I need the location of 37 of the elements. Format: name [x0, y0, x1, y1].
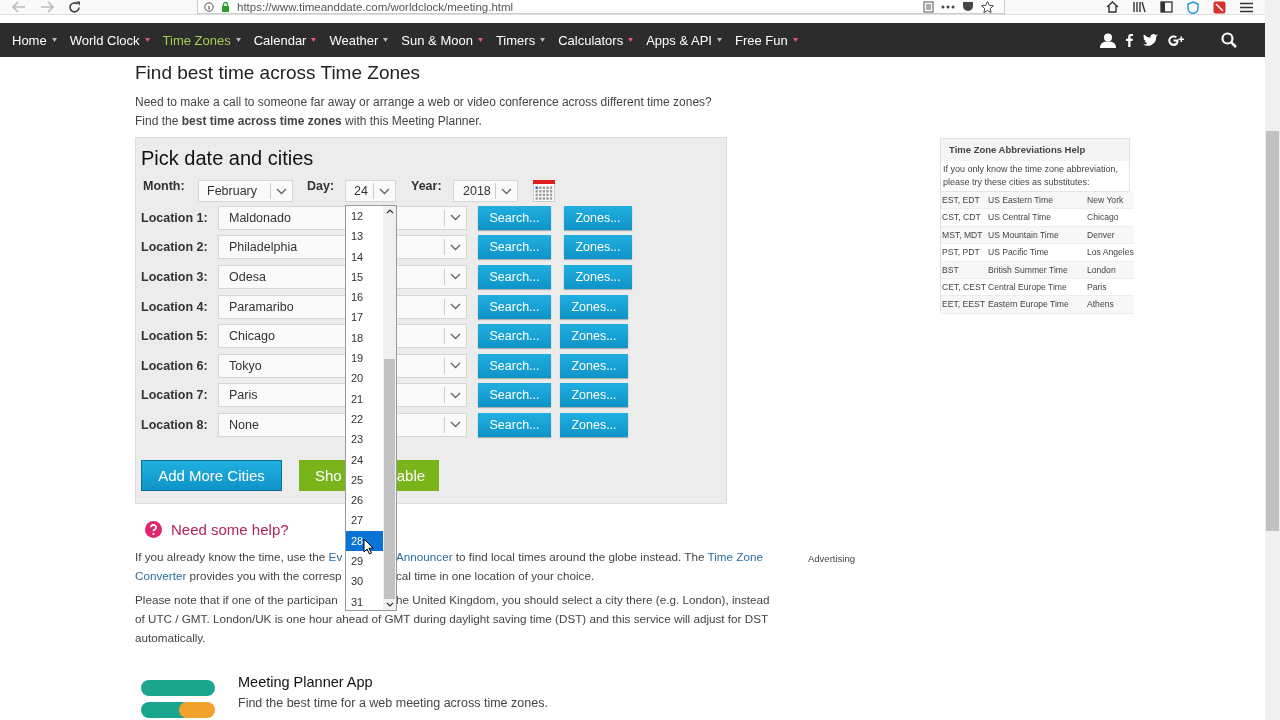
location-label: Location 4: [141, 299, 209, 314]
field-label: Day: [307, 179, 336, 193]
advertising-label: Advertising [808, 553, 855, 566]
intro-text: Need to make a call to someone far away or arrange a web or video conference across different time zones? [135, 94, 713, 111]
help-title: Need some help? [171, 520, 289, 538]
paragraph-text: cal time in one location of your choice. [396, 569, 595, 582]
table-cell: US Eastern Time [987, 192, 1086, 210]
table-cell: New York [1086, 192, 1134, 210]
page-title: Find best time across Time Zones [135, 62, 422, 84]
location-label: Location 7: [141, 388, 209, 403]
location-label: Location 8: [141, 417, 209, 432]
field-label: Year: [411, 179, 443, 193]
paragraph-text: automatically. [135, 631, 206, 644]
intro-text: Find the best time across time zones with this Meeting Planner. [135, 113, 483, 130]
location-label: Location 2: [141, 240, 209, 255]
table-cell: EST, EDT [941, 192, 987, 210]
app-description: Find the best time for a web meeting across time zones. [238, 696, 548, 710]
table-cell: EET, EEST [941, 296, 987, 314]
paragraph-text: Please note that if one of the participan [135, 593, 338, 606]
paragraph-text: of UTC / GMT. London/UK is one hour ahead of GMT during daylight saving time (DST) and this service will adjust for DST [135, 612, 769, 625]
location-label: Location 6: [141, 358, 209, 373]
table-cell: Chicago [1086, 209, 1134, 227]
field-label: Month: [143, 179, 186, 193]
location-label: Location 1: [141, 210, 209, 225]
paragraph-text: provides you with the corresp [188, 569, 342, 582]
table-cell: Athens [1086, 296, 1134, 314]
paragraph-text: If you already know the time, use the [135, 550, 327, 563]
paragraph-text: he United Kingdom, you should select a city there (e.g. London), instead [396, 593, 770, 606]
table-cell: Eastern Europe Time [987, 296, 1086, 314]
location-label: Location 3: [141, 270, 209, 284]
location-label: Location 5: [141, 329, 209, 344]
panel-title: Time Zone Abbreviations Help [941, 139, 1129, 161]
app-title: Meeting Planner App [238, 674, 374, 690]
form-title: Pick date and cities [141, 147, 315, 170]
table-cell: Los Angeles [1086, 244, 1134, 262]
url-text: https://www.timeanddate.com/worldclock/meeting.html [237, 0, 514, 13]
paragraph-text: to find local times around the globe instead. The [454, 550, 706, 563]
